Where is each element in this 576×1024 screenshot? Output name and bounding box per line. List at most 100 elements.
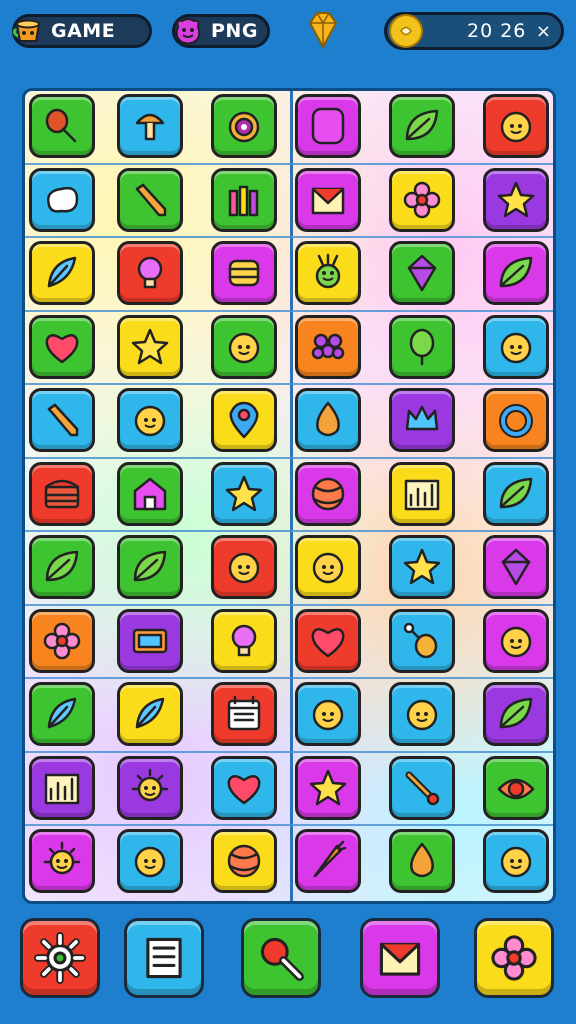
feather-icon — [135, 697, 165, 729]
row-separator — [25, 677, 553, 679]
game-tile[interactable] — [29, 829, 95, 893]
blank-icon — [311, 107, 345, 145]
heart-icon — [45, 333, 79, 363]
game-tile[interactable] — [295, 755, 361, 820]
game-tile[interactable] — [211, 535, 277, 599]
game-tile[interactable] — [211, 682, 277, 746]
top-bar: GAME PNG 20 26 × — [0, 0, 576, 70]
game-tile[interactable] — [211, 608, 277, 673]
game-tile[interactable] — [389, 755, 455, 820]
brush-icon — [405, 771, 440, 805]
game-tile[interactable] — [295, 241, 361, 305]
game-tile[interactable] — [211, 314, 277, 379]
game-tile[interactable] — [29, 755, 95, 820]
grapes-icon — [311, 333, 345, 359]
game-tile[interactable] — [117, 167, 183, 232]
game-tile[interactable] — [211, 94, 277, 158]
flower-button[interactable] — [474, 918, 554, 998]
game-tile[interactable] — [295, 608, 361, 673]
game-tile[interactable] — [295, 167, 361, 232]
png-badge[interactable]: PNG — [172, 14, 270, 48]
game-tile[interactable] — [211, 388, 277, 452]
game-tile[interactable] — [295, 535, 361, 599]
game-tile[interactable] — [117, 388, 183, 452]
game-tile[interactable] — [295, 314, 361, 379]
game-tile[interactable] — [483, 461, 549, 526]
game-tile[interactable] — [295, 829, 361, 893]
pin-icon — [229, 401, 259, 439]
game-tile[interactable] — [29, 94, 95, 158]
settings-button[interactable] — [20, 918, 100, 998]
game-tile[interactable] — [29, 682, 95, 746]
leaf-icon — [405, 109, 439, 141]
game-tile[interactable] — [117, 829, 183, 893]
game-tile[interactable] — [389, 682, 455, 746]
game-tile[interactable] — [483, 829, 549, 893]
game-tile[interactable] — [483, 682, 549, 746]
smiley-icon — [312, 699, 344, 731]
game-tile[interactable] — [29, 241, 95, 305]
game-tile[interactable] — [295, 461, 361, 526]
game-tile[interactable] — [117, 461, 183, 526]
close-button[interactable]: × — [536, 21, 551, 42]
game-tile[interactable] — [389, 94, 455, 158]
game-tile[interactable] — [117, 535, 183, 599]
game-tile[interactable] — [483, 535, 549, 599]
game-tile[interactable] — [211, 241, 277, 305]
gem-icon — [501, 548, 531, 586]
game-tile[interactable] — [29, 535, 95, 599]
ball-icon — [311, 477, 345, 510]
game-tile[interactable] — [483, 241, 549, 305]
smiley-icon — [134, 405, 166, 437]
game-tile[interactable] — [29, 461, 95, 526]
list-button[interactable] — [124, 918, 204, 998]
leaf-icon — [45, 550, 79, 582]
search-button[interactable] — [241, 918, 321, 998]
game-tile[interactable] — [29, 388, 95, 452]
game-badge[interactable]: GAME — [12, 14, 152, 48]
list-icon — [146, 937, 182, 979]
game-tile[interactable] — [117, 241, 183, 305]
game-tile[interactable] — [117, 608, 183, 673]
game-tile[interactable] — [389, 829, 455, 893]
game-tile[interactable] — [389, 461, 455, 526]
eye-icon — [497, 778, 535, 799]
message-button[interactable] — [360, 918, 440, 998]
game-tile[interactable] — [29, 314, 95, 379]
game-tile[interactable] — [389, 535, 455, 599]
game-tile[interactable] — [29, 167, 95, 232]
game-tile[interactable] — [389, 314, 455, 379]
game-tile[interactable] — [211, 755, 277, 820]
game-tile[interactable] — [483, 94, 549, 158]
game-tile[interactable] — [483, 167, 549, 232]
game-tile[interactable] — [389, 608, 455, 673]
star-icon — [225, 475, 263, 511]
drumstick-icon — [403, 622, 438, 658]
game-tile[interactable] — [117, 755, 183, 820]
coin-icon — [389, 14, 423, 48]
game-tile[interactable] — [211, 167, 277, 232]
game-tile[interactable] — [117, 314, 183, 379]
mushroom-icon — [135, 113, 165, 141]
game-tile[interactable] — [483, 314, 549, 379]
game-tile[interactable] — [117, 94, 183, 158]
game-tile[interactable] — [483, 755, 549, 820]
game-tile[interactable] — [211, 829, 277, 893]
game-tile[interactable] — [117, 682, 183, 746]
game-tile[interactable] — [211, 461, 277, 526]
game-tile[interactable] — [295, 94, 361, 158]
row-separator — [25, 530, 553, 532]
game-tile[interactable] — [483, 388, 549, 452]
smiley-icon — [134, 846, 166, 878]
game-tile[interactable] — [483, 608, 549, 673]
house-icon — [133, 477, 167, 510]
game-tile[interactable] — [295, 388, 361, 452]
diamond-icon[interactable] — [306, 10, 340, 50]
game-tile[interactable] — [389, 388, 455, 452]
smiley-icon — [500, 846, 532, 878]
game-tile[interactable] — [295, 682, 361, 746]
game-tile[interactable] — [29, 608, 95, 673]
game-tile[interactable] — [389, 241, 455, 305]
row-separator — [25, 162, 553, 165]
game-tile[interactable] — [389, 167, 455, 232]
